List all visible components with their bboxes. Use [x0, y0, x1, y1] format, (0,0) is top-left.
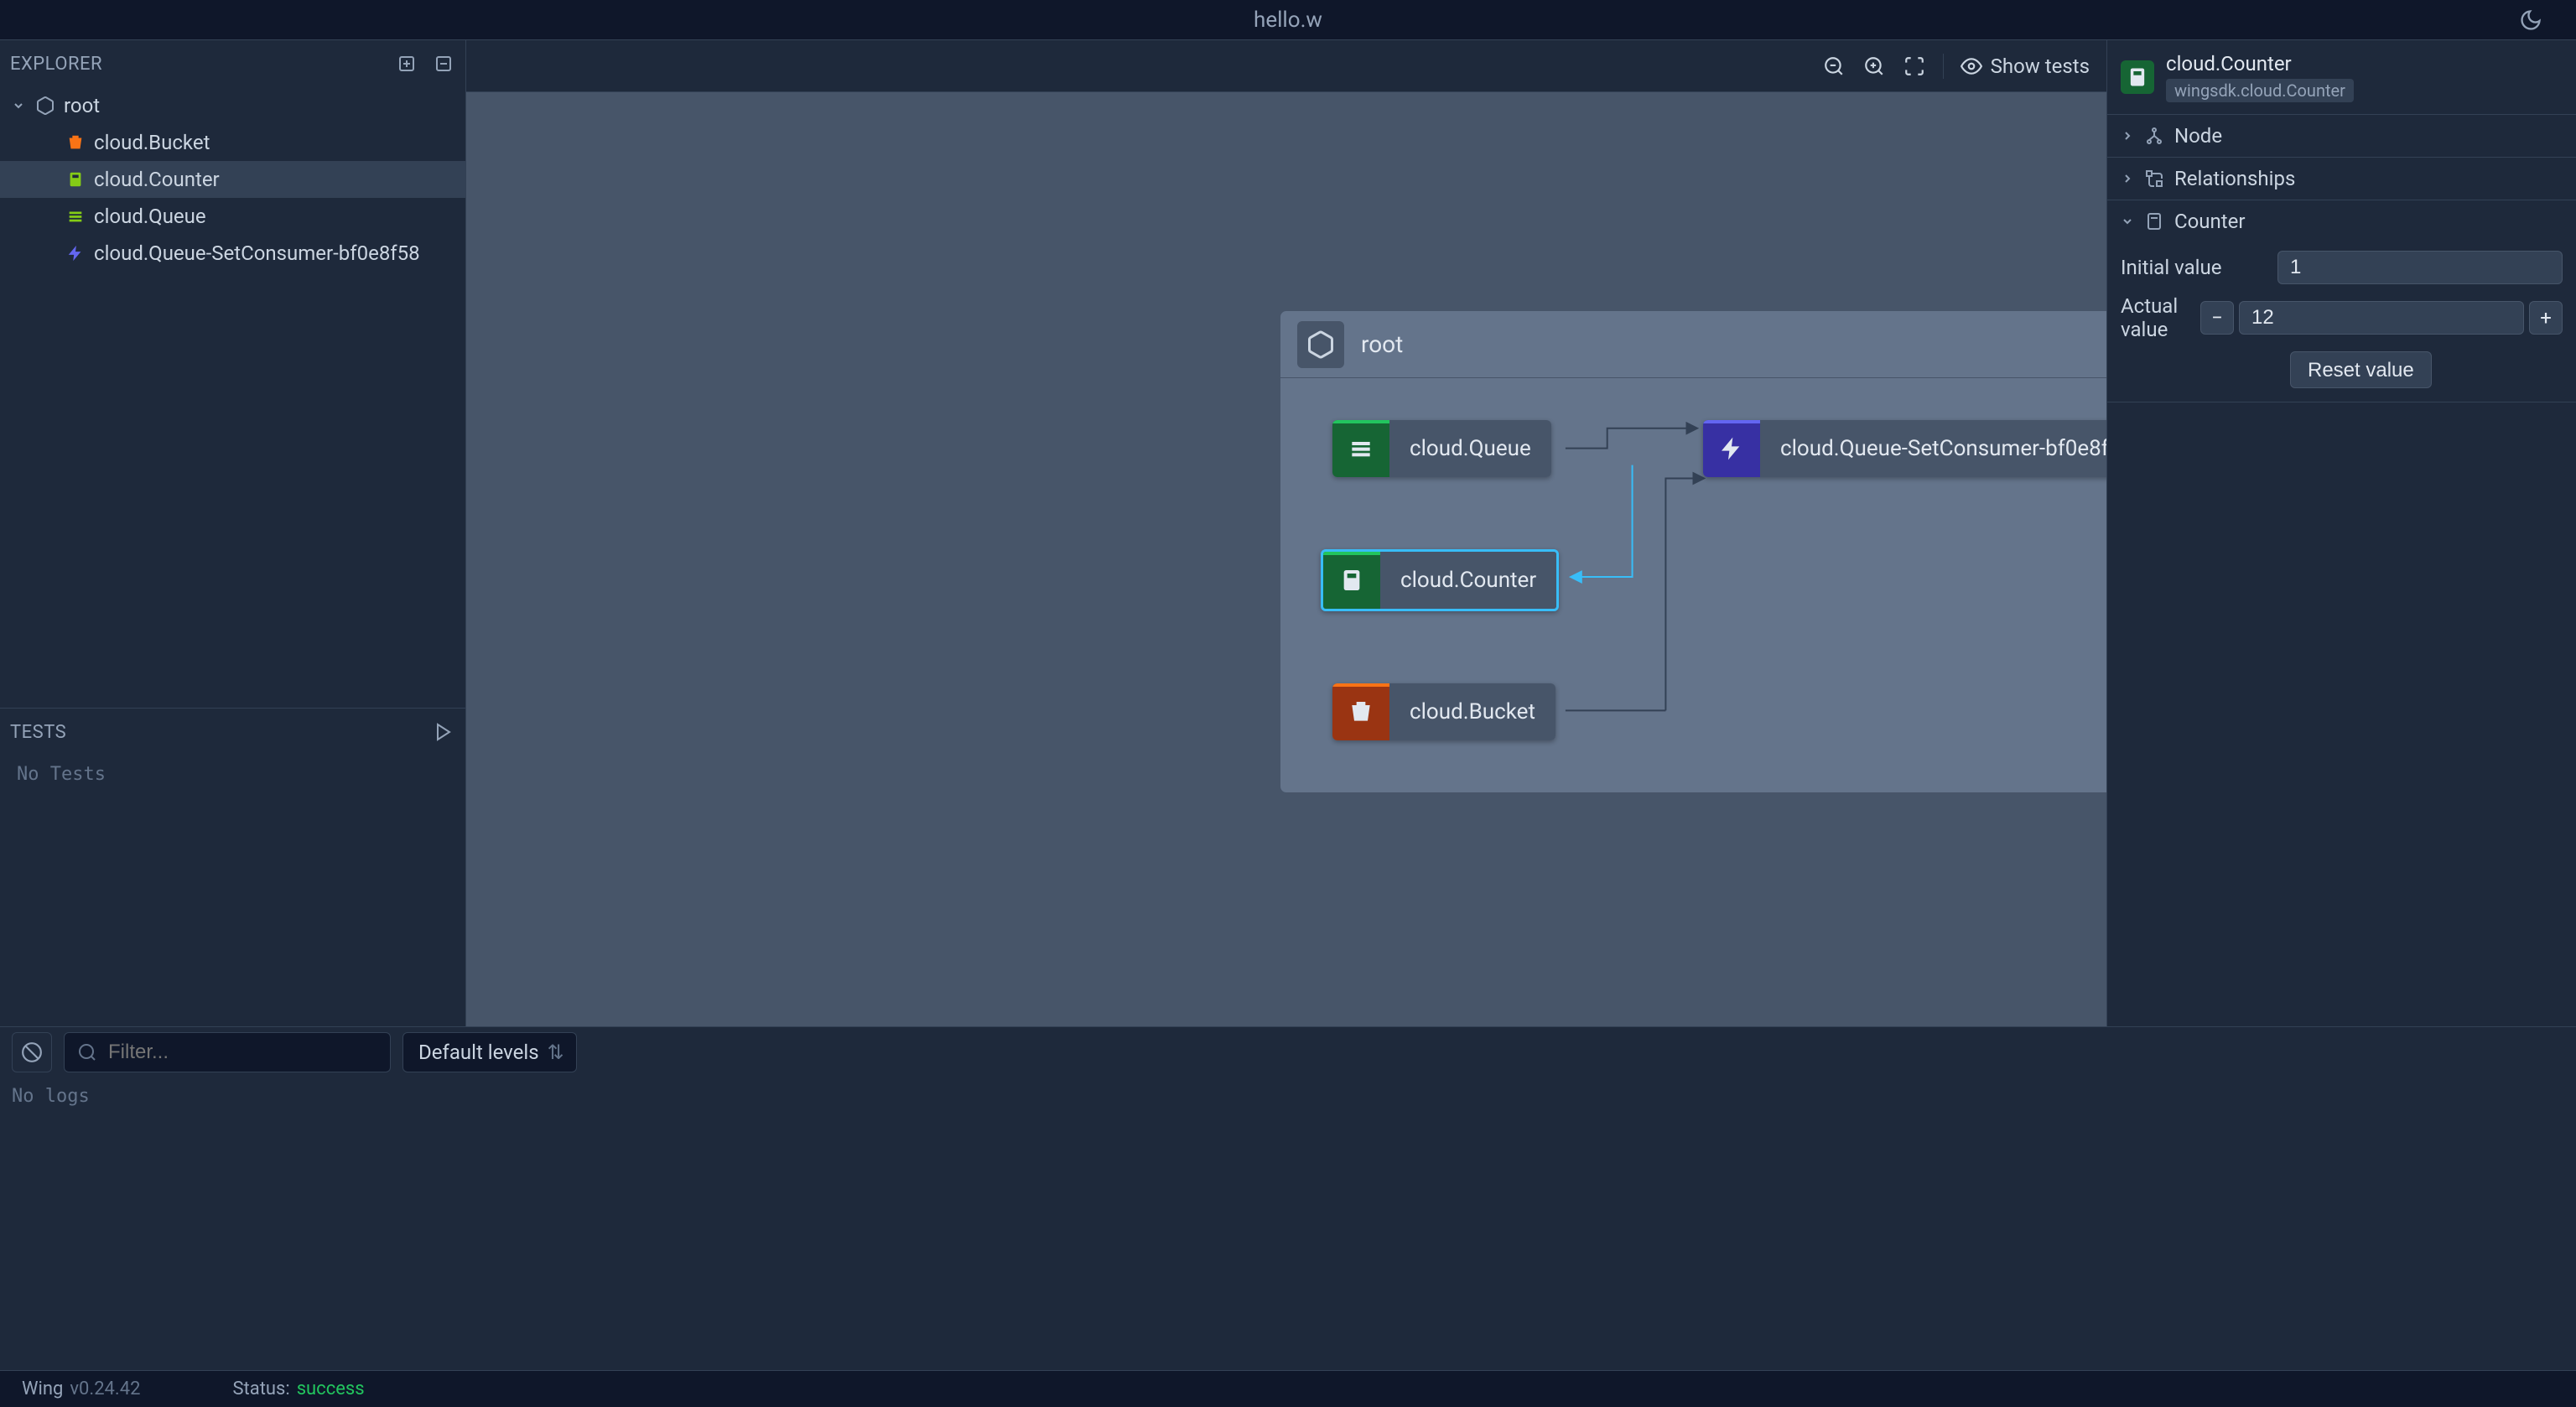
section-label: Node [2174, 124, 2222, 148]
collapse-all-button[interactable] [432, 52, 455, 75]
run-tests-button[interactable] [432, 720, 455, 744]
zoom-out-button[interactable] [1822, 55, 1846, 78]
app-name: Wing [22, 1378, 63, 1399]
explorer-title: EXPLORER [10, 54, 102, 75]
zoom-out-icon [1823, 55, 1845, 77]
eye-icon [1961, 55, 1982, 77]
canvas-toolbar: Show tests [466, 40, 2106, 92]
statusbar: Wing v0.24.42 Status: success [0, 1370, 2576, 1407]
chevron-down-icon [2121, 215, 2134, 228]
clear-logs-button[interactable] [12, 1032, 52, 1072]
box-icon [1297, 321, 1344, 368]
tree-item-label: cloud.Queue-SetConsumer-bf0e8f58 [94, 241, 420, 265]
counter-icon [1323, 552, 1380, 609]
levels-label: Default levels [418, 1041, 539, 1064]
graph-node-label: cloud.Counter [1380, 552, 1556, 609]
zoom-in-button[interactable] [1862, 55, 1886, 78]
graph-node-queue-consumer[interactable]: cloud.Queue-SetConsumer-bf0e8f58 [1703, 420, 2106, 477]
expand-all-button[interactable] [395, 52, 418, 75]
moon-icon [2519, 8, 2542, 32]
graph-root-title: root [1361, 330, 1403, 358]
tests-empty-message: No Tests [0, 755, 465, 793]
graph-root-container: root [1280, 310, 2106, 793]
inspector-subtitle: wingsdk.cloud.Counter [2166, 79, 2354, 102]
maximize-icon [1903, 55, 1925, 77]
expand-icon [397, 54, 417, 74]
toolbar-divider [1943, 54, 1944, 79]
logs-filter-input[interactable] [64, 1032, 391, 1072]
section-relationships-toggle[interactable]: Relationships [2107, 158, 2576, 200]
tree-item-queue[interactable]: cloud.Queue [0, 198, 465, 235]
canvas-area: Show tests root [466, 40, 2106, 1026]
tests-section: TESTS No Tests [0, 708, 465, 1026]
tree-item-queue-consumer[interactable]: cloud.Queue-SetConsumer-bf0e8f58 [0, 235, 465, 272]
graph-node-label: cloud.Queue [1389, 420, 1551, 477]
zoom-in-icon [1863, 55, 1885, 77]
chevron-right-icon [2121, 129, 2134, 143]
graph-node-counter[interactable]: cloud.Counter [1321, 549, 1559, 611]
function-icon [65, 243, 86, 263]
left-panel: EXPLORER [0, 40, 466, 1026]
fit-view-button[interactable] [1903, 55, 1926, 78]
play-icon [434, 722, 454, 742]
tests-title: TESTS [10, 722, 66, 743]
inspector-header: cloud.Counter wingsdk.cloud.Counter [2107, 40, 2576, 115]
explorer-tree: root cloud.Bucket cloud.Counter [0, 87, 465, 708]
actual-value-input[interactable] [2239, 301, 2524, 335]
tree-item-label: cloud.Queue [94, 205, 206, 228]
inspector-title: cloud.Counter [2166, 52, 2354, 75]
app-version: v0.24.42 [70, 1378, 140, 1399]
tree-item-label: cloud.Counter [94, 168, 220, 191]
file-title: hello.w [1254, 8, 1322, 33]
counter-icon [2121, 60, 2154, 94]
graph-node-label: cloud.Bucket [1389, 683, 1555, 740]
status-label: Status: [232, 1378, 289, 1399]
tree-item-label: cloud.Bucket [94, 131, 210, 154]
chevron-right-icon [2121, 172, 2134, 185]
counter-icon [2144, 211, 2164, 231]
increment-button[interactable]: + [2529, 301, 2563, 335]
decrement-button[interactable]: − [2200, 301, 2234, 335]
section-node-toggle[interactable]: Node [2107, 115, 2576, 157]
queue-icon [1332, 420, 1389, 477]
canvas-viewport[interactable]: root [466, 92, 2106, 1026]
titlebar: hello.w [0, 0, 2576, 40]
section-label: Relationships [2174, 167, 2295, 190]
initial-value-label: Initial value [2121, 256, 2267, 279]
bucket-icon [1332, 683, 1389, 740]
function-icon [1703, 420, 1760, 477]
queue-icon [65, 206, 86, 226]
collapse-icon [434, 54, 454, 74]
counter-icon [65, 169, 86, 190]
chevron-down-icon [10, 97, 27, 114]
tree-item-bucket[interactable]: cloud.Bucket [0, 124, 465, 161]
explorer-header: EXPLORER [0, 40, 465, 87]
graph-node-queue[interactable]: cloud.Queue [1332, 420, 1551, 477]
actual-value-label: Actual value [2121, 294, 2190, 341]
logs-panel: Default levels No logs [0, 1026, 2576, 1370]
tree-item-label: root [64, 94, 100, 117]
graph-node-label: cloud.Queue-SetConsumer-bf0e8f58 [1760, 420, 2106, 477]
section-label: Counter [2174, 210, 2246, 233]
log-levels-select[interactable]: Default levels [402, 1032, 577, 1072]
graph-node-bucket[interactable]: cloud.Bucket [1332, 683, 1555, 740]
show-tests-toggle[interactable]: Show tests [1961, 55, 2090, 78]
inspector-panel: cloud.Counter wingsdk.cloud.Counter Node… [2106, 40, 2576, 1026]
tree-item-root[interactable]: root [0, 87, 465, 124]
logs-empty-message: No logs [0, 1077, 2576, 1370]
relationships-icon [2144, 169, 2164, 189]
show-tests-label: Show tests [1991, 55, 2090, 78]
theme-toggle-button[interactable] [2519, 8, 2542, 32]
box-icon [35, 96, 55, 116]
search-icon [77, 1042, 97, 1062]
reset-value-button[interactable]: Reset value [2290, 351, 2432, 388]
status-value: success [297, 1378, 365, 1399]
tree-item-counter[interactable]: cloud.Counter [0, 161, 465, 198]
initial-value-input[interactable] [2277, 251, 2563, 284]
section-counter-toggle[interactable]: Counter [2107, 200, 2576, 242]
no-entry-icon [21, 1041, 43, 1063]
node-icon [2144, 126, 2164, 146]
bucket-icon [65, 132, 86, 153]
